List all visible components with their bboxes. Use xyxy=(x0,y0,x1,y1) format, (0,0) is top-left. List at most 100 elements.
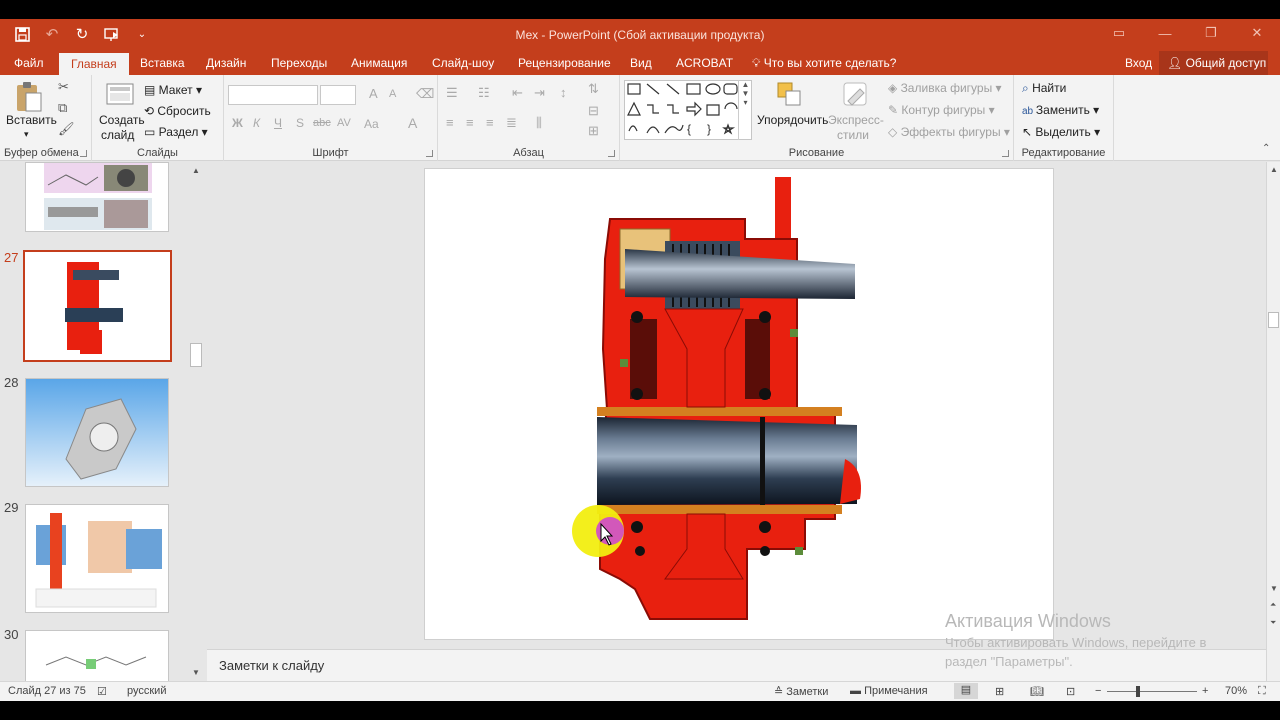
new-slide-button-line2[interactable]: слайд xyxy=(101,128,134,142)
tab-view[interactable]: Вид xyxy=(618,51,664,75)
font-name-combo[interactable] xyxy=(228,85,318,105)
reset-button[interactable]: ⟲ Сбросить xyxy=(144,104,211,118)
slide-thumbnail[interactable] xyxy=(25,504,169,613)
collapse-ribbon-icon[interactable]: ⌃ xyxy=(1262,143,1270,154)
align-center-icon[interactable]: ≡ xyxy=(466,115,474,130)
clipboard-launcher-icon[interactable] xyxy=(80,150,87,157)
shapes-gallery-scroll[interactable]: ▲ ▼ ▾ xyxy=(738,80,752,140)
strikethrough-button[interactable]: abc xyxy=(313,117,331,129)
shadow-button[interactable]: S xyxy=(296,116,304,130)
quick-styles-button-line1[interactable]: Экспресс- xyxy=(828,113,884,127)
underline-button[interactable]: Ч xyxy=(274,116,282,130)
scroll-down-icon[interactable]: ▼ xyxy=(192,668,200,677)
font-size-combo[interactable] xyxy=(320,85,356,105)
arrange-button[interactable]: Упорядочить xyxy=(757,113,828,127)
align-left-icon[interactable]: ≡ xyxy=(446,115,454,130)
zoom-slider[interactable] xyxy=(1107,691,1197,692)
slide-thumbnail[interactable] xyxy=(25,162,169,232)
paragraph-launcher-icon[interactable] xyxy=(608,150,615,157)
tell-me-box[interactable]: 💡︎ Что вы хотите сделать? xyxy=(752,51,896,75)
slide-thumbnail[interactable] xyxy=(25,630,169,681)
character-spacing-button[interactable]: AV xyxy=(337,117,351,129)
slide-thumbnail[interactable] xyxy=(25,378,169,487)
line-spacing-icon[interactable]: ↕ xyxy=(560,85,567,100)
normal-view-button[interactable]: ▤ xyxy=(954,683,978,699)
sign-in-link[interactable]: Вход xyxy=(1125,51,1152,75)
editor-scrollbar[interactable]: ▲ ▼ ⏶ ⏷ xyxy=(1266,162,1280,681)
notes-button[interactable]: ≙ Заметки xyxy=(774,685,828,698)
reading-view-button[interactable]: 📖︎ xyxy=(1030,685,1044,698)
shape-outline-button[interactable]: ✎ Контур фигуры ▾ xyxy=(888,103,995,117)
align-right-icon[interactable]: ≡ xyxy=(486,115,494,130)
scrollbar-thumb[interactable] xyxy=(190,343,202,367)
layout-button[interactable]: ▤ Макет ▾ xyxy=(144,83,202,97)
minimize-button[interactable]: — xyxy=(1142,19,1188,47)
slide-counter[interactable]: Слайд 27 из 75 xyxy=(8,685,86,697)
numbering-icon[interactable]: ☷ xyxy=(478,85,490,101)
comments-button[interactable]: ▬ Примечания xyxy=(850,685,928,697)
tab-file[interactable]: Файл xyxy=(2,51,56,75)
quick-styles-icon[interactable] xyxy=(842,81,870,114)
close-button[interactable]: ✕ xyxy=(1234,19,1280,47)
tab-review[interactable]: Рецензирование xyxy=(506,51,623,75)
bold-button[interactable]: Ж xyxy=(232,116,243,130)
font-launcher-icon[interactable] xyxy=(426,150,433,157)
ribbon-display-options-icon[interactable]: ▭ xyxy=(1096,19,1142,47)
drawing-launcher-icon[interactable] xyxy=(1002,150,1009,157)
tab-insert[interactable]: Вставка xyxy=(128,51,197,75)
zoom-level[interactable]: 70% xyxy=(1225,685,1247,697)
language-indicator[interactable]: русский xyxy=(127,685,166,697)
increase-indent-icon[interactable]: ⇥ xyxy=(534,85,545,101)
quick-styles-button-line2[interactable]: стили xyxy=(837,128,869,142)
slide-sorter-view-button[interactable]: ⊞ xyxy=(995,685,1004,698)
maximize-button[interactable]: ❐ xyxy=(1188,19,1234,47)
scroll-up-icon[interactable]: ▲ xyxy=(192,166,200,175)
new-slide-button-line1[interactable]: Создать xyxy=(99,113,145,127)
next-slide-icon[interactable]: ⏷ xyxy=(1270,618,1276,628)
share-button[interactable]: 👤︎ Общий доступ xyxy=(1159,51,1268,75)
scroll-up-icon[interactable]: ▲ xyxy=(1270,165,1278,174)
columns-icon[interactable]: ⫼ xyxy=(536,115,542,131)
notes-pane[interactable]: Заметки к слайду xyxy=(207,649,1266,681)
select-button[interactable]: ↖ Выделить ▾ xyxy=(1022,125,1100,139)
decrease-indent-icon[interactable]: ⇤ xyxy=(512,85,523,101)
arrange-icon[interactable] xyxy=(776,81,804,114)
find-button[interactable]: ⌕ Найти xyxy=(1022,81,1066,96)
font-color-button[interactable]: A xyxy=(408,115,417,131)
previous-slide-icon[interactable]: ⏶ xyxy=(1270,600,1276,610)
italic-button[interactable]: К xyxy=(253,116,260,130)
section-button[interactable]: ▭ Раздел ▾ xyxy=(144,125,208,139)
replace-button[interactable]: ab Заменить ▾ xyxy=(1022,103,1099,117)
slide-thumbnail-selected[interactable] xyxy=(23,250,172,362)
bullets-icon[interactable]: ☰ xyxy=(446,85,458,101)
tab-acrobat[interactable]: ACROBAT xyxy=(664,51,745,75)
align-text-icon[interactable]: ⊟ xyxy=(588,103,599,119)
zoom-slider-thumb[interactable] xyxy=(1136,686,1140,697)
scroll-down-icon[interactable]: ▼ xyxy=(1270,584,1278,593)
change-case-button[interactable]: Aa xyxy=(364,117,379,131)
zoom-out-icon[interactable]: − xyxy=(1095,685,1101,697)
smartart-icon[interactable]: ⊞ xyxy=(588,123,599,139)
justify-icon[interactable]: ≣ xyxy=(506,115,517,131)
shrink-font-icon[interactable]: A xyxy=(389,88,396,100)
paste-dropdown-icon[interactable]: ▾ xyxy=(24,129,29,140)
new-slide-icon[interactable] xyxy=(106,81,136,114)
copy-icon[interactable]: ⧉ xyxy=(58,100,67,116)
shape-fill-button[interactable]: ◈ Заливка фигуры ▾ xyxy=(888,81,1002,95)
slide-canvas[interactable] xyxy=(424,168,1054,640)
text-direction-icon[interactable]: ⇅ xyxy=(588,81,599,97)
clear-formatting-icon[interactable]: ⌫ xyxy=(416,86,434,102)
shapes-gallery[interactable]: {} xyxy=(624,80,752,140)
thumbnail-scrollbar[interactable]: ▲ ▼ xyxy=(188,162,205,681)
tab-design[interactable]: Дизайн xyxy=(194,51,258,75)
slideshow-view-button[interactable]: ⊡ xyxy=(1066,685,1075,698)
fit-to-window-icon[interactable]: ⛶ xyxy=(1258,685,1266,698)
cut-icon[interactable]: ✂ xyxy=(58,79,69,95)
tab-slideshow[interactable]: Слайд-шоу xyxy=(420,51,506,75)
grow-font-icon[interactable]: A xyxy=(369,86,378,101)
zoom-in-icon[interactable]: + xyxy=(1202,685,1208,697)
scrollbar-thumb[interactable] xyxy=(1268,312,1279,328)
paste-button[interactable]: Вставить xyxy=(6,113,57,127)
tab-home[interactable]: Главная xyxy=(59,53,129,76)
shape-effects-button[interactable]: ◇ Эффекты фигуры ▾ xyxy=(888,125,1010,139)
